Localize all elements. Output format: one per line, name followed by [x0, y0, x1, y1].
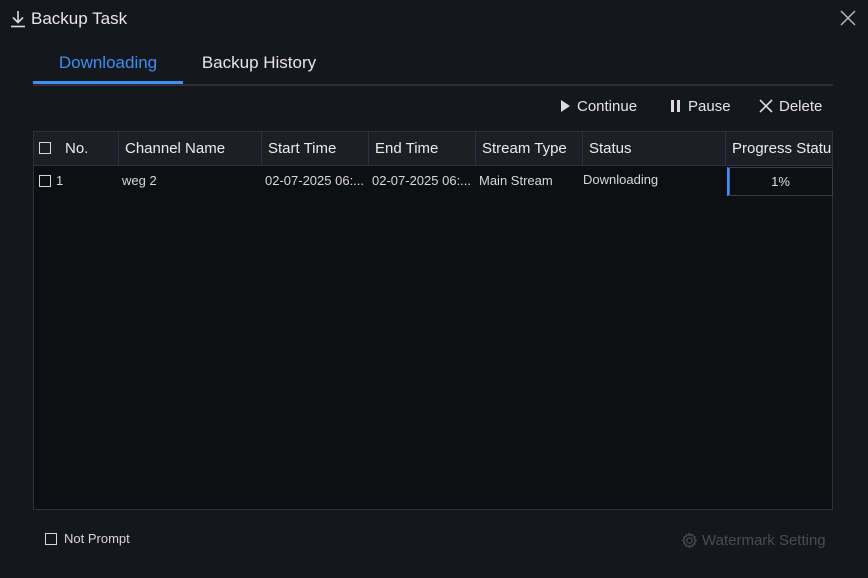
gear-icon	[681, 532, 698, 549]
backup-task-table: No. Channel Name Start Time End Time Str…	[33, 131, 833, 510]
tab-downloading[interactable]: Downloading	[33, 48, 183, 84]
download-icon	[11, 11, 25, 28]
tab-bar: Downloading Backup History	[33, 48, 833, 86]
watermark-setting-button: Watermark Setting	[681, 532, 826, 549]
not-prompt-label: Not Prompt	[64, 531, 130, 546]
column-header-end-time: End Time	[369, 132, 476, 165]
row-end-time: 02-07-2025 06:...	[372, 173, 472, 188]
row-checkbox[interactable]	[39, 175, 51, 187]
row-start-time: 02-07-2025 06:...	[265, 173, 365, 188]
row-no: 1	[56, 173, 64, 188]
row-stream-type: Main Stream	[479, 173, 553, 188]
column-header-progress: Progress Statu	[732, 140, 832, 157]
tab-backup-history[interactable]: Backup History	[183, 48, 335, 82]
not-prompt-checkbox[interactable]	[45, 533, 57, 545]
close-icon[interactable]	[838, 8, 858, 28]
column-header-status: Status	[583, 132, 726, 165]
row-progress-bar: 1%	[727, 167, 833, 196]
row-status: Downloading	[583, 172, 659, 187]
title-bar: Backup Task	[0, 0, 868, 38]
column-header-channel-name: Channel Name	[119, 132, 262, 165]
pause-button[interactable]: Pause	[670, 96, 731, 116]
pause-label: Pause	[688, 97, 731, 115]
table-row[interactable]: 1 weg 2 02-07-2025 06:... 02-07-2025 06:…	[34, 166, 833, 196]
watermark-setting-label: Watermark Setting	[702, 532, 826, 549]
delete-icon	[759, 99, 773, 113]
play-icon	[561, 100, 570, 112]
row-channel-name: weg 2	[122, 173, 157, 188]
column-header-start-time: Start Time	[262, 132, 369, 165]
column-header-stream-type: Stream Type	[476, 132, 583, 165]
delete-label: Delete	[779, 97, 823, 115]
delete-button[interactable]: Delete	[759, 96, 822, 116]
select-all-checkbox[interactable]	[39, 142, 51, 154]
continue-label: Continue	[577, 97, 638, 115]
window-title: Backup Task	[31, 9, 128, 28]
row-progress-text: 1%	[771, 174, 790, 189]
continue-button[interactable]: Continue	[560, 96, 637, 116]
pause-icon	[671, 100, 680, 112]
table-header: No. Channel Name Start Time End Time Str…	[34, 132, 832, 166]
column-header-no: No.	[34, 132, 119, 165]
